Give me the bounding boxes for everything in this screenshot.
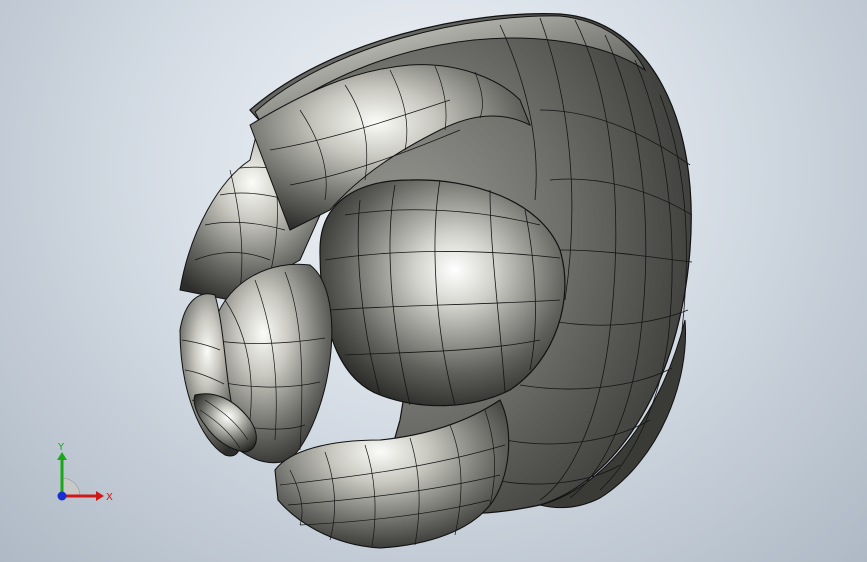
- y-axis-label: Y: [57, 442, 65, 453]
- 3d-model[interactable]: [0, 0, 867, 562]
- graphics-viewport[interactable]: Y X: [0, 0, 867, 562]
- z-axis-dot: [57, 491, 67, 501]
- x-axis-label: X: [106, 492, 113, 503]
- x-axis-arrow: [96, 491, 104, 501]
- reference-triad: Y X: [57, 442, 113, 503]
- y-axis-arrow: [57, 452, 67, 460]
